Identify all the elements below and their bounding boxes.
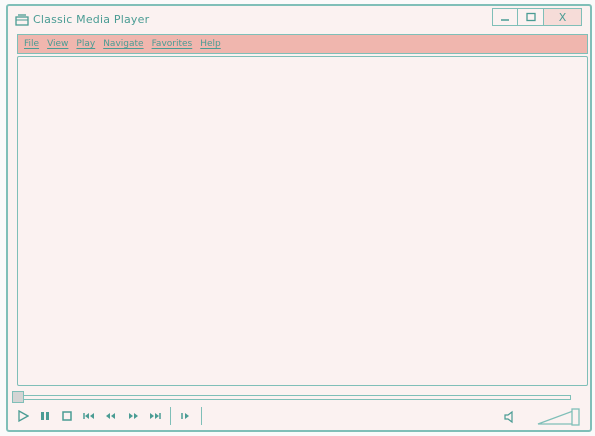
- stop-button[interactable]: [58, 407, 76, 425]
- seek-handle[interactable]: [12, 391, 24, 403]
- menu-bar: File View Play Navigate Favorites Help: [17, 34, 588, 54]
- speaker-icon[interactable]: [503, 410, 517, 424]
- menu-help[interactable]: Help: [200, 39, 221, 49]
- menu-favorites[interactable]: Favorites: [152, 39, 193, 49]
- player-window: Classic Media Player X File View Play Na…: [6, 4, 592, 432]
- volume-track: [537, 410, 574, 425]
- frame-step-icon: [181, 413, 189, 419]
- menu-view[interactable]: View: [47, 39, 68, 49]
- window-controls: X: [492, 8, 582, 28]
- pause-icon: [41, 412, 49, 420]
- maximize-icon: [525, 12, 536, 22]
- previous-button[interactable]: [80, 407, 98, 425]
- fast-forward-icon: [129, 413, 138, 419]
- pause-button[interactable]: [36, 407, 54, 425]
- frame-step-button[interactable]: [177, 407, 195, 425]
- close-button[interactable]: X: [544, 8, 582, 26]
- play-icon: [18, 410, 29, 422]
- fast-forward-button[interactable]: [124, 407, 142, 425]
- rewind-icon: [106, 413, 115, 419]
- toolbar-separator: [170, 407, 171, 425]
- stop-icon: [62, 411, 72, 421]
- maximize-button[interactable]: [518, 8, 544, 26]
- volume-handle[interactable]: [571, 408, 580, 426]
- menu-navigate[interactable]: Navigate: [103, 39, 143, 49]
- seek-bar[interactable]: [13, 395, 571, 400]
- video-display-area[interactable]: [17, 56, 588, 386]
- rewind-button[interactable]: [102, 407, 120, 425]
- skip-previous-icon: [83, 413, 94, 419]
- skip-next-icon: [150, 413, 161, 419]
- playback-controls: [14, 406, 208, 426]
- close-icon: X: [558, 10, 567, 24]
- next-button[interactable]: [146, 407, 164, 425]
- minimize-button[interactable]: [492, 8, 518, 26]
- menu-file[interactable]: File: [24, 39, 39, 49]
- title-bar[interactable]: Classic Media Player X: [8, 6, 590, 34]
- volume-slider[interactable]: [537, 408, 581, 426]
- play-button[interactable]: [14, 407, 32, 425]
- media-player-icon: [15, 14, 29, 26]
- toolbar-separator: [201, 407, 202, 425]
- menu-play[interactable]: Play: [76, 39, 95, 49]
- window-title: Classic Media Player: [33, 13, 150, 26]
- minimize-icon: [501, 19, 509, 21]
